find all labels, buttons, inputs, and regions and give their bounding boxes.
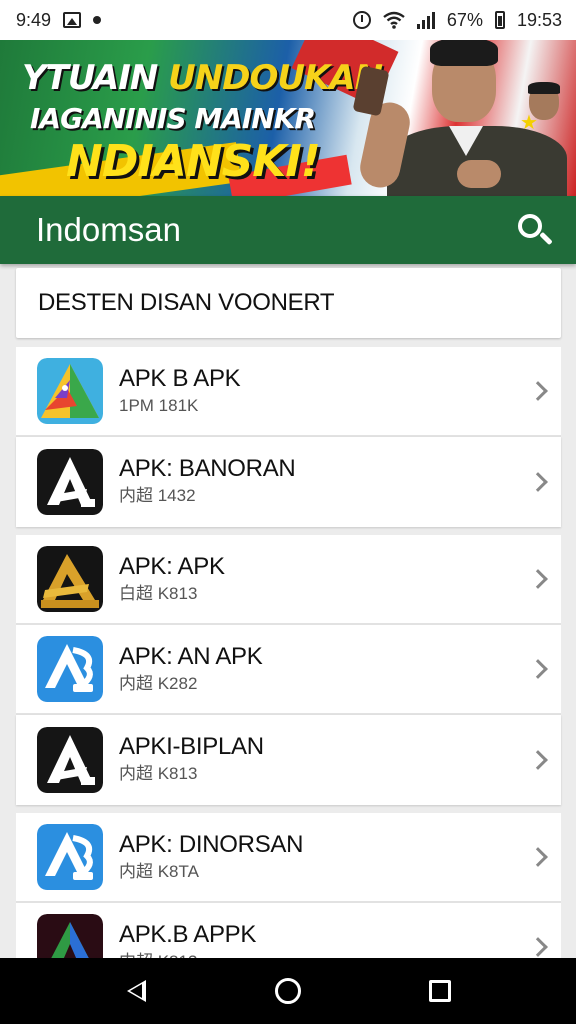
list-item[interactable]: APKI-BIPLAN 内超 K813 [16,715,561,805]
gallery-notification-icon [63,12,82,28]
status-bar: 9:49 67% 19:53 [0,0,576,40]
list-item-text: APK: DINORSAN 内超 K8TA [119,831,303,883]
section-header-card: DESTEN DISAN VOONERT [16,268,561,338]
home-icon [275,978,301,1004]
chevron-right-icon [528,569,548,589]
battery-percent: 67% [446,9,483,30]
search-button[interactable] [512,208,556,252]
promo-banner[interactable]: ★ ★ YTUAIN UNDOUKAN IAGANINIS MAINKR NDI… [0,40,576,196]
notification-dot-icon [93,16,102,24]
app-name: APK: AN APK [119,643,263,670]
chevron-right-icon [528,937,548,957]
banner-background-person [524,82,564,144]
back-icon [126,980,146,1002]
alarm-icon [352,11,371,29]
blue-apk-icon [37,636,103,702]
list-item-text: APKI-BIPLAN 内超 K813 [119,733,264,785]
status-time-right: 19:53 [516,9,562,30]
status-bar-right: 67% 19:53 [352,9,562,31]
black-a-icon [37,727,103,793]
section-title: DESTEN DISAN VOONERT [38,289,335,316]
app-meta: 内超 K813 [119,764,198,783]
colorful-a-icon [37,358,103,424]
system-nav-bar [0,958,576,1024]
status-time-left: 9:49 [16,9,52,30]
app-name: APK.B APPK [119,921,257,948]
status-bar-left: 9:49 [16,9,102,31]
list-item-text: APK: AN APK 内超 K282 [119,643,263,695]
app-name: APK: DINORSAN [119,831,304,858]
signal-icon [416,11,435,29]
gold-a-icon [37,546,103,612]
list-item[interactable]: APK: BANORAN 内超 1432 [16,437,561,527]
app-meta: 白超 K813 [119,584,198,603]
chevron-right-icon [528,381,548,401]
app-name: APKI-BIPLAN [119,733,264,760]
chevron-right-icon [528,659,548,679]
back-button[interactable] [116,971,156,1011]
blue-apk-icon [37,824,103,890]
battery-icon [494,11,505,29]
chevron-right-icon [528,750,548,770]
list-item[interactable]: APK: DINORSAN 内超 K8TA [16,813,561,903]
app-meta: 1PM 181K [119,396,199,415]
recents-icon [429,980,451,1002]
banner-headline-line1: YTUAIN UNDOUKAN [22,58,383,98]
app-meta: 内超 K282 [119,674,198,693]
list-item[interactable]: APK: APK 白超 K813 [16,535,561,625]
app-name: APK B APK [119,365,241,392]
app-list: APK B APK 1PM 181K APK: BANORAN 内超 1432 [16,347,561,993]
banner-headline-line2: IAGANINIS MAINKR [30,102,316,135]
app-meta: 内超 K8TA [119,862,199,881]
banner-headline-line3: NDIANSKI! [66,136,321,187]
chevron-right-icon [528,472,548,492]
app-meta: 内超 1432 [119,486,196,505]
app-name: APK: APK [119,553,225,580]
app-name: APK: BANORAN [119,455,296,482]
chevron-right-icon [528,847,548,867]
app-bar: Indomsan [0,196,576,264]
app-title: Indomsan [36,211,181,248]
black-a-icon [37,449,103,515]
wifi-icon [383,11,405,29]
list-item[interactable]: APK: AN APK 内超 K282 [16,625,561,715]
list-item-text: APK B APK 1PM 181K [119,365,241,417]
list-item-text: APK: APK 白超 K813 [119,553,225,605]
banner-headline-part: YTUAIN [22,58,169,98]
list-item-text: APK: BANORAN 内超 1432 [119,455,296,507]
recents-button[interactable] [420,971,460,1011]
list-item[interactable]: APK B APK 1PM 181K [16,347,561,437]
search-icon [518,214,542,238]
home-button[interactable] [268,971,308,1011]
